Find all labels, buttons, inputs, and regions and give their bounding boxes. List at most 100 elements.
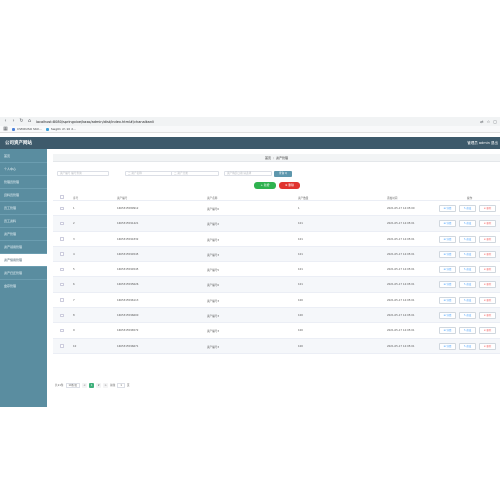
edit-button[interactable]: ✎ 修改: [459, 235, 476, 243]
cell-time: 2021-05-17 14:05:01: [387, 344, 415, 348]
sidebar-item-assets[interactable]: 资产管理: [0, 228, 47, 240]
table-row[interactable]: 3 1665315594332 资产编号3 101 2021-05-17 14:05:0…: [53, 232, 500, 247]
edit-button[interactable]: ✎ 修改: [459, 266, 476, 274]
asset-code-filter[interactable]: 资产编号 编号查询: [57, 171, 109, 176]
edit-button[interactable]: ✎ 修改: [459, 327, 476, 335]
add-button[interactable]: + 新增: [254, 182, 276, 189]
edit-button[interactable]: ✎ 修改: [459, 281, 476, 289]
row-checkbox[interactable]: [60, 252, 64, 256]
row-checkbox[interactable]: [60, 206, 64, 210]
asset-name-filter[interactable]: 二 资产名称: [125, 171, 173, 176]
cell-code: 1665315596572: [117, 329, 139, 333]
page-1-button[interactable]: 1: [89, 382, 95, 388]
row-delete-button[interactable]: ⊗ 删除: [479, 327, 496, 335]
sidebar-item-asset-return[interactable]: 资产归还管理: [0, 267, 47, 279]
detail-button[interactable]: ☰ 详情: [439, 250, 456, 258]
table-row[interactable]: 2 1665315591421 资产编号2 101 2021-05-17 14:05:0…: [53, 216, 500, 232]
cell-index: 4: [73, 252, 75, 256]
sidebar-item-employee-data[interactable]: 员工资料: [0, 215, 47, 227]
purchase-date-filter[interactable]: 资产购买日期 请选择: [224, 171, 272, 176]
row-delete-button[interactable]: ⊗ 删除: [479, 266, 496, 274]
row-delete-button[interactable]: ⊗ 删除: [479, 281, 496, 289]
prev-page-button[interactable]: <: [82, 382, 88, 388]
row-checkbox[interactable]: [60, 328, 64, 333]
home-icon[interactable]: ⌂: [27, 119, 32, 124]
sidebar-item-clerks[interactable]: 資料员管理: [0, 189, 47, 201]
detail-button[interactable]: ☰ 详情: [439, 235, 456, 243]
table-row[interactable]: 9 1665315596572 资产编号3 100 2021-05-17 14:05:0…: [53, 323, 500, 339]
edit-button[interactable]: ✎ 修改: [459, 205, 476, 212]
edit-button[interactable]: ✎ 修改: [459, 312, 476, 320]
detail-button[interactable]: ☰ 详情: [439, 220, 456, 228]
row-checkbox[interactable]: [60, 267, 64, 272]
apps-icon[interactable]: ▦: [3, 126, 8, 132]
row-checkbox[interactable]: [60, 313, 64, 318]
detail-button[interactable]: ☰ 详情: [439, 327, 456, 335]
sidebar-item-home[interactable]: 首页: [0, 150, 47, 162]
row-checkbox[interactable]: [60, 344, 64, 348]
select-all-checkbox[interactable]: [60, 195, 64, 199]
detail-button[interactable]: ☰ 详情: [439, 342, 456, 350]
star-icon[interactable]: ☆: [487, 119, 491, 124]
page-2-button[interactable]: 2: [96, 382, 102, 388]
cell-index: 6: [73, 283, 75, 287]
row-checkbox[interactable]: [60, 221, 64, 226]
detail-button[interactable]: ☰ 详情: [439, 296, 456, 304]
row-checkbox[interactable]: [60, 282, 64, 287]
sidebar-item-asset-borrow[interactable]: 资产借用管理: [0, 254, 47, 266]
delete-button[interactable]: ⊗ 删除: [279, 182, 300, 189]
forward-icon[interactable]: ›: [11, 119, 16, 124]
bookmark-2[interactable]: Swg01 ch 10 d...: [45, 127, 76, 131]
detail-button[interactable]: ☰ 详情: [439, 312, 456, 320]
row-delete-button[interactable]: ⊗ 删除: [479, 296, 496, 304]
row-delete-button[interactable]: ⊗ 删除: [479, 342, 496, 350]
row-delete-button[interactable]: ⊗ 删除: [479, 312, 496, 320]
sidebar-item-employees[interactable]: 员工管理: [0, 202, 47, 214]
cell-qty: 101: [298, 222, 303, 226]
table-row[interactable]: 1 1665315589912 资产编号0 1 2021-05-17 14:05:00 ☰…: [53, 201, 500, 217]
asset-category-filter[interactable]: 二 资产分类: [171, 171, 219, 176]
row-checkbox[interactable]: [60, 298, 64, 302]
sidebar-item-asset-claims[interactable]: 资产领用管理: [0, 241, 47, 253]
row-checkbox[interactable]: [60, 237, 64, 241]
browser-window: ‹ › ↻ ⌂ localhost:8080/springxixe/kaxo/a…: [0, 117, 500, 407]
cell-qty: 100: [298, 298, 303, 302]
next-page-button[interactable]: >: [103, 382, 109, 388]
translate-icon[interactable]: ⇄: [480, 119, 483, 124]
row-delete-button[interactable]: ⊗ 删除: [479, 205, 496, 212]
table-row[interactable]: 10 1665315596671 资产编号3 100 2021-05-17 14:05:…: [53, 338, 500, 354]
edit-button[interactable]: ✎ 修改: [459, 250, 476, 258]
edit-button[interactable]: ✎ 修改: [459, 296, 476, 304]
table-row[interactable]: 4 1665315594545 资产编号3 101 2021-05-17 14:05:0…: [53, 246, 500, 263]
page-size-select[interactable]: 10条/页: [65, 382, 81, 388]
table-row[interactable]: 5 1665315594545 资产编号5 101 2021-05-17 14:05:0…: [53, 262, 500, 278]
goto-suffix: 页: [126, 384, 130, 387]
detail-button[interactable]: ☰ 详情: [439, 281, 456, 289]
table-row[interactable]: 8 1665315596600 资产编号3 100 2021-05-17 14:05:0…: [53, 308, 500, 324]
breadcrumb: 首页 / 资产管理: [53, 154, 500, 162]
detail-button[interactable]: ☰ 详情: [439, 266, 456, 274]
row-delete-button[interactable]: ⊗ 删除: [479, 250, 496, 258]
query-button[interactable]: 查询 Q: [274, 171, 292, 177]
reload-icon[interactable]: ↻: [19, 119, 24, 124]
extension-icon[interactable]: ▢: [493, 119, 497, 124]
goto-input[interactable]: 1: [117, 382, 125, 388]
sidebar-item-inventory[interactable]: 盘存管理: [0, 280, 47, 292]
row-delete-button[interactable]: ⊗ 删除: [479, 220, 496, 228]
row-delete-button[interactable]: ⊗ 删除: [479, 235, 496, 243]
main-content: 首页 / 资产管理 资产编号 编号查询 二 资产名称 二 资产分类 资产购买日期…: [47, 149, 500, 407]
table-row[interactable]: 6 1665315595626 资产编号6 101 2021-05-17 14:05:0…: [53, 277, 500, 293]
back-icon[interactable]: ‹: [3, 119, 8, 124]
url-field[interactable]: localhost:8080/springxixe/kaxo/admin/dis…: [36, 120, 154, 124]
detail-button[interactable]: ☰ 详情: [439, 205, 456, 212]
app-header: 公司资产网站 管理员 admin 退出: [0, 137, 500, 149]
cell-name: 资产编号3: [207, 299, 220, 303]
table-row[interactable]: 7 1665315596113 资产编号3 100 2021-05-17 14:05:0…: [53, 293, 500, 309]
user-menu[interactable]: 管理员 admin 退出: [467, 141, 498, 146]
edit-button[interactable]: ✎ 修改: [459, 220, 476, 228]
edit-button[interactable]: ✎ 修改: [459, 342, 476, 350]
sidebar-item-admins[interactable]: 管理员管理: [0, 176, 47, 188]
breadcrumb-home[interactable]: 首页: [265, 156, 271, 160]
bookmark-1[interactable]: CSMXUSO SKX...: [12, 127, 42, 131]
sidebar-item-profile[interactable]: 个人中心: [0, 163, 47, 175]
